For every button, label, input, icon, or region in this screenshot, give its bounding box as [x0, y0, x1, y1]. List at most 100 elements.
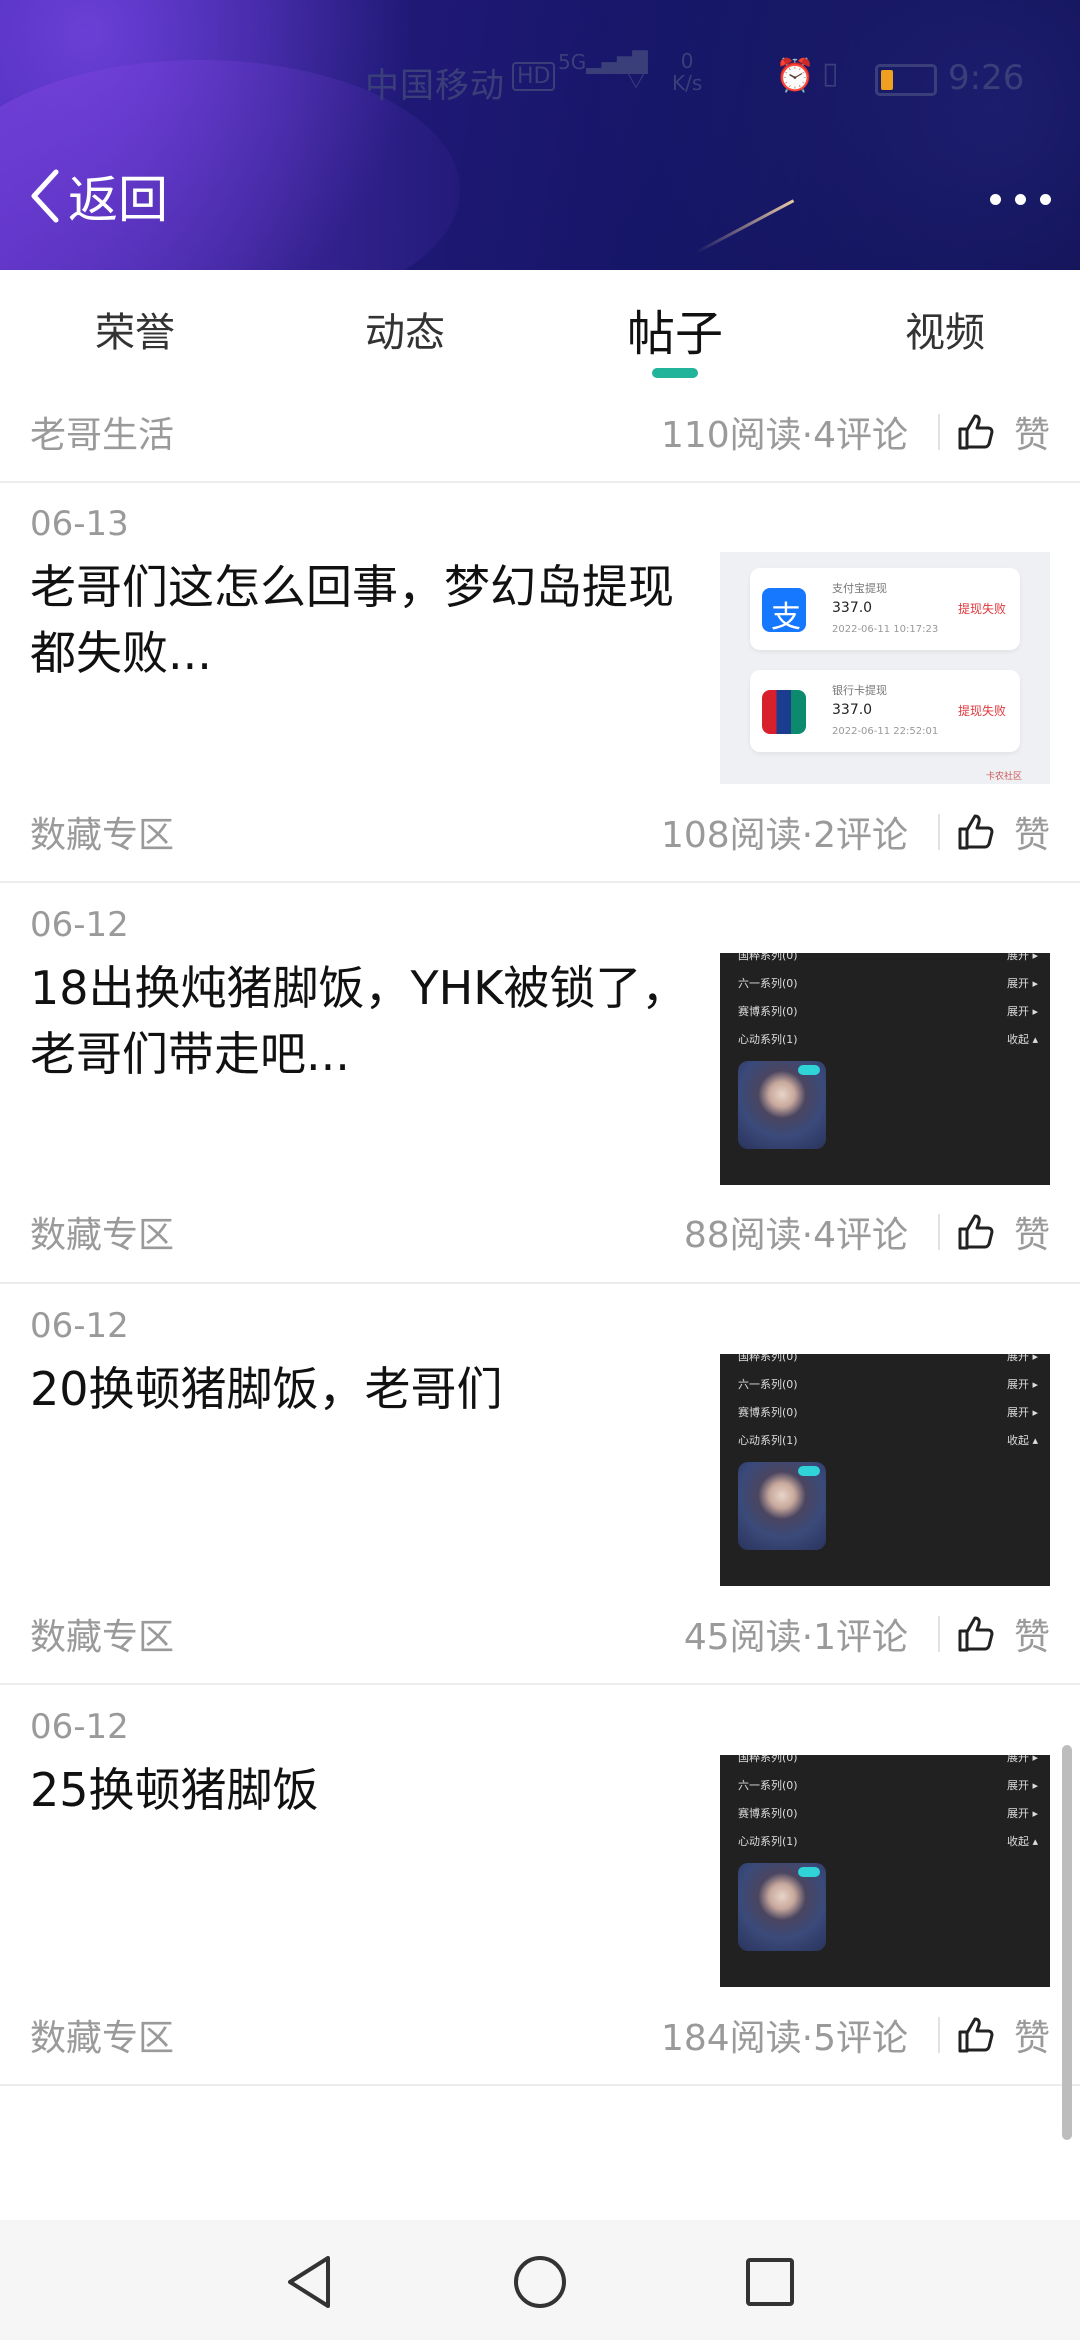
- post-footer: 数藏专区 108阅读·2评论 赞: [0, 780, 1080, 880]
- post-thumbnail[interactable]: 国粹系列(0) 展开 ▸ 六一系列(0) 展开 ▸ 赛博系列(0) 展开 ▸ 心动系列…: [720, 1354, 1050, 1586]
- post-thumbnail[interactable]: 国粹系列(0) 展开 ▸ 六一系列(0) 展开 ▸ 赛博系列(0) 展开 ▸ 心动系列…: [720, 1755, 1050, 1987]
- series-action: 收起 ▴: [1006, 1434, 1038, 1447]
- header-banner: 中国移动 HD 5G▂▄▆█ ⌔ 0 K/s ⏰ ▯ 9:26 返回: [0, 0, 1080, 270]
- series-action: 展开 ▸: [1006, 1378, 1038, 1391]
- header-streak: [695, 199, 795, 254]
- post-stats: 88阅读·4评论: [683, 1215, 908, 1256]
- like-button[interactable]: 赞: [956, 1608, 1050, 1660]
- series-action: 展开 ▸: [1006, 1005, 1038, 1018]
- like-label: 赞: [1014, 2018, 1051, 2059]
- thumbs-up-icon: [958, 1214, 994, 1250]
- divider: [938, 414, 940, 450]
- post-date: 06-12: [30, 1306, 129, 1346]
- post-footer: 数藏专区 88阅读·4评论 赞: [0, 1180, 1080, 1280]
- net-speed-unit: K/s: [672, 71, 703, 95]
- like-label: 赞: [1014, 1215, 1051, 1256]
- post-stats: 108阅读·2评论: [660, 815, 908, 856]
- series-action: 收起 ▴: [1006, 1835, 1038, 1848]
- status-bar: 中国移动 HD 5G▂▄▆█ ⌔ 0 K/s ⏰ ▯ 9:26: [0, 50, 1080, 110]
- nft-avatar-image: [738, 1863, 826, 1951]
- like-button[interactable]: 赞: [956, 806, 1050, 858]
- series-label: 心动系列(1): [738, 1835, 798, 1848]
- back-label: 返回: [68, 171, 168, 229]
- post-item[interactable]: 06-12 25换顿猪脚饭 国粹系列(0) 展开 ▸ 六一系列(0) 展开 ▸ 赛博…: [0, 1685, 1080, 1987]
- like-label: 赞: [1014, 1617, 1051, 1658]
- series-action-label: 展开: [1006, 1406, 1029, 1419]
- divider: [0, 2084, 1080, 2086]
- series-label: 心动系列(1): [738, 1033, 798, 1046]
- post-title[interactable]: 20换顿猪脚饭，老哥们: [30, 1356, 710, 1422]
- like-button[interactable]: 赞: [956, 2009, 1050, 2061]
- post-title[interactable]: 老哥们这怎么回事，梦幻岛提现都失败...: [30, 554, 710, 686]
- tab-videos[interactable]: 视频: [845, 300, 1045, 358]
- withdraw-amount: 337.0: [832, 702, 873, 718]
- withdraw-time: 2022-06-11 10:17:23: [832, 624, 939, 635]
- series-action: 展开 ▸: [1007, 1354, 1038, 1364]
- post-category[interactable]: 数藏专区: [30, 1608, 174, 1660]
- thumbs-up-icon: [958, 414, 994, 450]
- nft-avatar-image: [738, 1462, 826, 1550]
- post-title[interactable]: 25换顿猪脚饭: [30, 1757, 710, 1823]
- scrollbar[interactable]: [1062, 1745, 1072, 2140]
- post-category[interactable]: 数藏专区: [30, 806, 174, 858]
- post-stats: 110阅读·4评论: [660, 415, 908, 456]
- series-label: 赛博系列(0): [738, 1406, 798, 1419]
- thumbs-up-icon: [958, 814, 994, 850]
- tab-bar: 荣誉 动态 帖子 视频: [0, 270, 1080, 380]
- series-action-label: 展开: [1006, 1779, 1029, 1792]
- series-action-label: 展开: [1006, 953, 1029, 962]
- series-action: 展开 ▸: [1007, 953, 1038, 963]
- post-item[interactable]: 06-13 老哥们这怎么回事，梦幻岛提现都失败... 支 支付宝提现 337.0…: [0, 482, 1080, 784]
- battery-icon: [875, 64, 937, 96]
- divider: [938, 814, 940, 850]
- tab-honor[interactable]: 荣誉: [35, 300, 235, 358]
- alipay-icon: 支: [762, 588, 806, 635]
- post-date: 06-13: [30, 504, 129, 544]
- series-action-label: 展开: [1006, 1807, 1029, 1820]
- series-action-label: 收起: [1006, 1835, 1029, 1848]
- alarm-icon: ⏰: [775, 56, 815, 94]
- home-circle-icon[interactable]: [510, 2252, 570, 2312]
- post-stats: 45阅读·1评论: [683, 1617, 908, 1658]
- series-action: 展开 ▸: [1006, 977, 1038, 990]
- withdraw-card: 银行卡提现 337.0 2022-06-11 22:52:01 提现失败: [750, 670, 1020, 752]
- series-action: 展开 ▸: [1006, 1406, 1038, 1419]
- post-thumbnail[interactable]: 支 支付宝提现 337.0 2022-06-11 10:17:23 提现失败 银…: [720, 552, 1050, 784]
- withdraw-label: 银行卡提现: [832, 684, 887, 697]
- back-triangle-icon[interactable]: [280, 2252, 340, 2312]
- post-category[interactable]: 老哥生活: [30, 406, 174, 458]
- post-category[interactable]: 数藏专区: [30, 2009, 174, 2061]
- nft-avatar-image: [738, 1061, 826, 1149]
- like-button[interactable]: 赞: [956, 1206, 1050, 1258]
- series-label: 国粹系列(0): [738, 1354, 798, 1363]
- post-thumbnail[interactable]: 国粹系列(0) 展开 ▸ 六一系列(0) 展开 ▸ 赛博系列(0) 展开 ▸ 心动系列…: [720, 953, 1050, 1185]
- back-button[interactable]: 返回: [28, 160, 168, 232]
- withdraw-status: 提现失败: [957, 602, 1006, 616]
- hd-icon: HD: [512, 62, 556, 91]
- more-dots-icon[interactable]: [990, 178, 1052, 218]
- post-date: 06-12: [30, 1707, 129, 1747]
- withdraw-status: 提现失败: [957, 704, 1006, 718]
- post-footer: 老哥生活 110阅读·4评论 赞: [0, 380, 1080, 480]
- series-action-label: 收起: [1006, 1033, 1029, 1046]
- clock: 9:26: [948, 58, 1025, 98]
- post-category[interactable]: 数藏专区: [30, 1206, 174, 1258]
- post-title[interactable]: 18出换炖猪脚饭，YHK被锁了，老哥们带走吧...: [30, 955, 710, 1087]
- tab-activity[interactable]: 动态: [305, 300, 505, 358]
- divider: [938, 1616, 940, 1652]
- system-nav-bar: [0, 2220, 1080, 2340]
- tab-posts[interactable]: 帖子: [575, 294, 775, 364]
- chevron-left-icon: [31, 169, 59, 223]
- recents-square-icon[interactable]: [740, 2252, 800, 2312]
- like-button[interactable]: 赞: [956, 406, 1050, 458]
- series-label: 赛博系列(0): [738, 1807, 798, 1820]
- post-item[interactable]: 06-12 18出换炖猪脚饭，YHK被锁了，老哥们带走吧... 国粹系列(0) 展…: [0, 883, 1080, 1185]
- network-label: 5G: [558, 50, 587, 74]
- thumbs-up-icon: [958, 2017, 994, 2053]
- like-label: 赞: [1014, 815, 1051, 856]
- post-item[interactable]: 06-12 20换顿猪脚饭，老哥们 国粹系列(0) 展开 ▸ 六一系列(0) 展开 …: [0, 1284, 1080, 1586]
- post-footer: 数藏专区 45阅读·1评论 赞: [0, 1582, 1080, 1682]
- series-action-label: 展开: [1006, 1378, 1029, 1391]
- withdraw-time: 2022-06-11 22:52:01: [832, 726, 939, 737]
- post-date: 06-12: [30, 905, 129, 945]
